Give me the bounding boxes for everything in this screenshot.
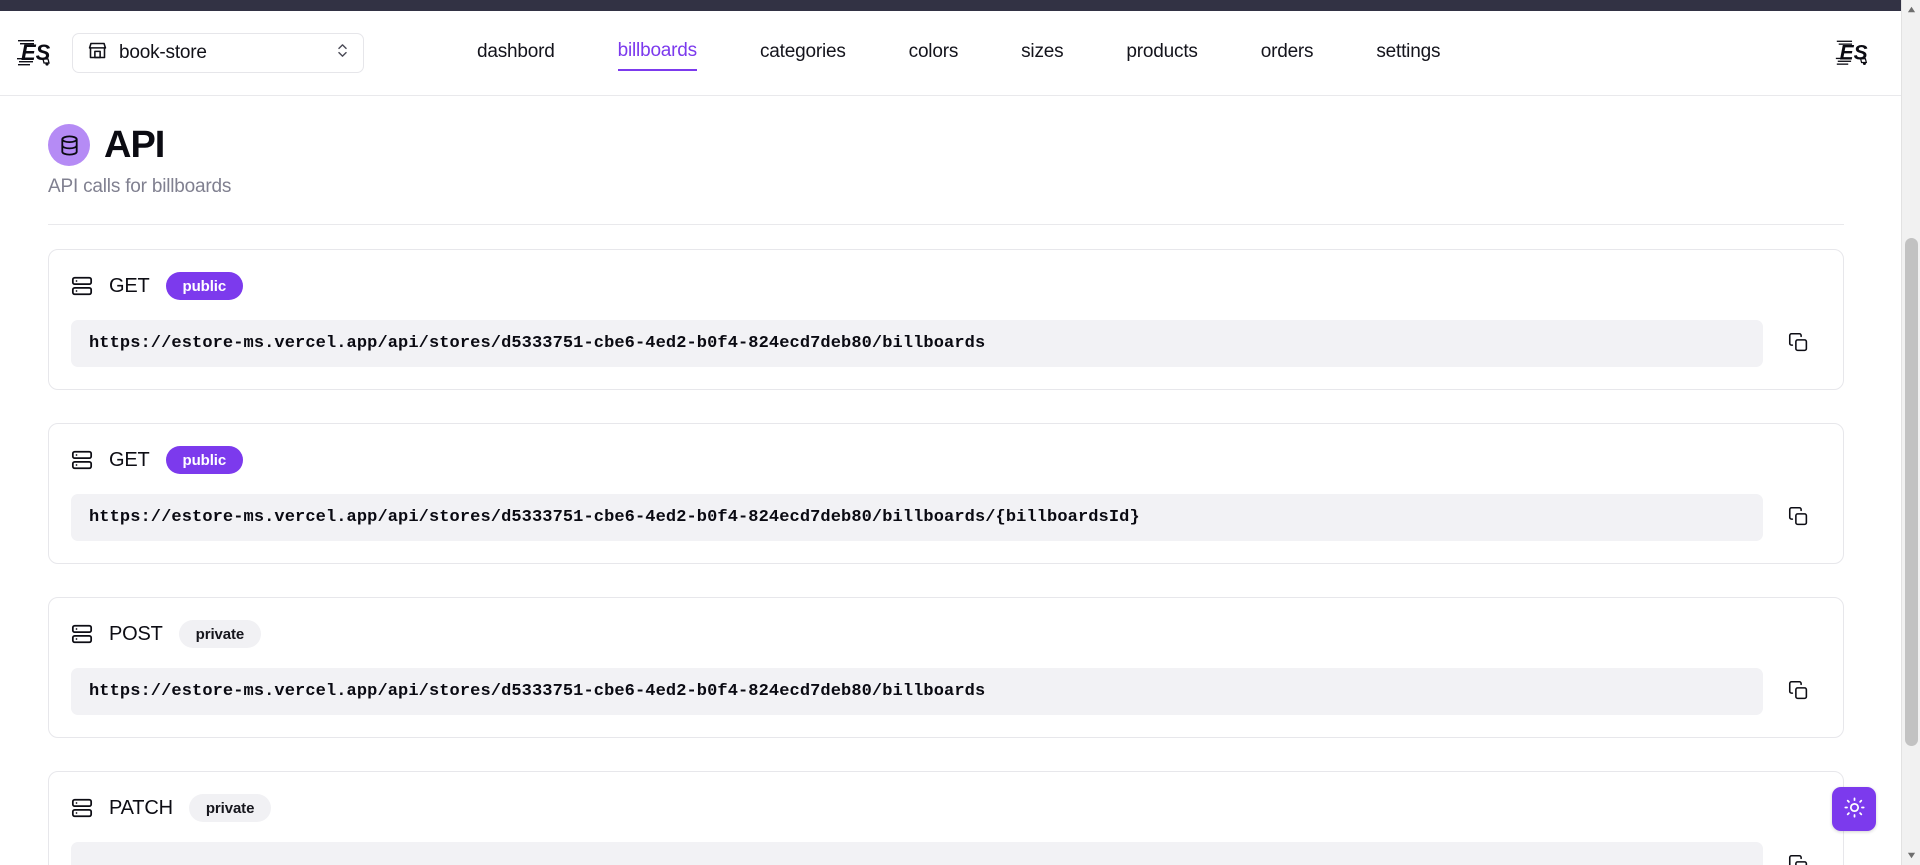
nav-item-settings[interactable]: settings	[1376, 37, 1440, 70]
api-route-access-badge: public	[165, 446, 244, 474]
theme-toggle-button[interactable]	[1832, 787, 1876, 831]
api-route-url-row: https://estore-ms.vercel.app/api/stores/…	[71, 494, 1819, 541]
api-route-url-box[interactable]: https://estore-ms.vercel.app/api/stores/…	[71, 494, 1763, 541]
copy-button[interactable]	[1777, 670, 1819, 713]
nav-item-products[interactable]: products	[1126, 37, 1197, 70]
store-icon	[87, 40, 108, 66]
api-route-header: PATCH private	[71, 794, 1819, 822]
nav-item-billboards[interactable]: billboards	[617, 36, 697, 71]
sun-icon	[1843, 797, 1865, 821]
api-route-method: GET	[109, 448, 150, 471]
copy-icon	[1788, 680, 1809, 704]
scroll-up-button[interactable]	[1902, 0, 1920, 19]
svg-text:ES: ES	[21, 40, 51, 65]
store-switcher[interactable]: book-store	[72, 33, 364, 73]
api-route-list: GET public https://estore-ms.vercel.app/…	[48, 249, 1853, 865]
page-content: API API calls for billboards GET public …	[0, 96, 1901, 865]
copy-button[interactable]	[1777, 844, 1819, 865]
brand-logo-icon[interactable]: ES	[12, 30, 58, 76]
copy-icon	[1788, 506, 1809, 530]
server-icon	[71, 275, 93, 297]
database-icon	[48, 124, 90, 166]
scrollbar-thumb[interactable]	[1905, 238, 1918, 746]
copy-button[interactable]	[1777, 322, 1819, 365]
api-route-url: https://estore-ms.vercel.app/api/stores/…	[89, 682, 986, 701]
app-root: ES book-store dashbord billboards catego…	[0, 0, 1920, 865]
api-route-access-badge: private	[178, 620, 262, 648]
api-route-header: GET public	[71, 446, 1819, 474]
main-nav: dashbord billboards categories colors si…	[477, 36, 1901, 71]
page-title: API	[104, 124, 165, 166]
scroll-down-button[interactable]	[1902, 846, 1920, 865]
avatar[interactable]: ES	[1831, 31, 1875, 75]
api-route-method: POST	[109, 622, 163, 645]
page-scrollbar[interactable]	[1901, 0, 1920, 865]
browser-chrome-strip	[0, 0, 1920, 11]
api-route-method: PATCH	[109, 796, 173, 819]
api-route-url-row: https://estore-ms.vercel.app/api/stores/…	[71, 668, 1819, 715]
server-icon	[71, 623, 93, 645]
api-route-url-box[interactable]: https://estore-ms.vercel.app/api/stores/…	[71, 668, 1763, 715]
copy-icon	[1788, 854, 1809, 865]
page-subtitle: API calls for billboards	[48, 176, 232, 197]
copy-icon	[1788, 332, 1809, 356]
api-route-url-row: https://estore-ms.vercel.app/api/stores/…	[71, 320, 1819, 367]
api-route-access-badge: public	[165, 272, 244, 300]
nav-item-sizes[interactable]: sizes	[1021, 37, 1063, 70]
nav-item-orders[interactable]: orders	[1261, 37, 1314, 70]
api-route-card: PATCH private	[48, 771, 1844, 865]
chevron-up-down-icon	[334, 42, 351, 64]
api-route-url-row	[71, 842, 1819, 865]
nav-item-dashbord[interactable]: dashbord	[477, 37, 555, 70]
api-route-access-badge: private	[188, 794, 272, 822]
copy-button[interactable]	[1777, 496, 1819, 539]
server-icon	[71, 449, 93, 471]
nav-item-categories[interactable]: categories	[760, 37, 846, 70]
svg-text:ES: ES	[1840, 42, 1868, 65]
api-route-card: GET public https://estore-ms.vercel.app/…	[48, 423, 1844, 564]
api-route-card: GET public https://estore-ms.vercel.app/…	[48, 249, 1844, 390]
api-route-url: https://estore-ms.vercel.app/api/stores/…	[89, 508, 1140, 527]
main-header: ES book-store dashbord billboards catego…	[0, 11, 1901, 96]
api-route-header: GET public	[71, 272, 1819, 300]
api-route-url: https://estore-ms.vercel.app/api/stores/…	[89, 334, 986, 353]
section-divider	[48, 224, 1844, 225]
api-route-url-box[interactable]: https://estore-ms.vercel.app/api/stores/…	[71, 320, 1763, 367]
server-icon	[71, 797, 93, 819]
api-route-url-box[interactable]	[71, 842, 1763, 865]
api-route-method: GET	[109, 274, 150, 297]
api-heading: API	[48, 124, 1853, 166]
api-route-card: POST private https://estore-ms.vercel.ap…	[48, 597, 1844, 738]
nav-item-colors[interactable]: colors	[909, 37, 959, 70]
api-route-header: POST private	[71, 620, 1819, 648]
store-switcher-value: book-store	[119, 42, 207, 63]
